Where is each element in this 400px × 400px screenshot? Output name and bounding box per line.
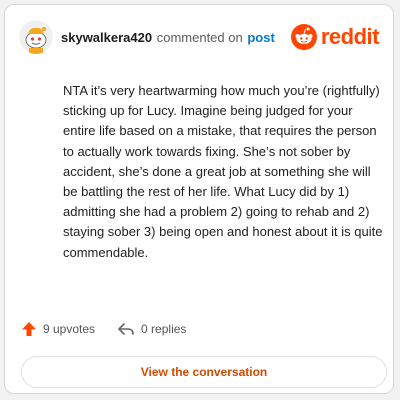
upvotes-count: 9 upvotes [43, 322, 96, 336]
brand-wordmark: reddit [320, 24, 380, 49]
upvote-arrow-icon [22, 322, 36, 336]
comment-body: NTA it’s very heartwarming how much you’… [63, 83, 383, 260]
comment-header: skywalkera420 commented on post reddit [19, 19, 380, 55]
replies-count: 0 replies [141, 322, 187, 336]
comment-meta: skywalkera420 commented on post [61, 30, 291, 45]
reply-arrow-icon [118, 323, 134, 335]
comment-stats: 9 upvotes 0 replies [21, 321, 208, 337]
snoo-avatar-icon [19, 20, 53, 54]
comment-card: skywalkera420 commented on post reddit N… [4, 4, 394, 394]
reddit-logo[interactable]: reddit [290, 24, 380, 50]
view-conversation-button[interactable]: View the conversation [21, 356, 387, 388]
upvotes-stat[interactable]: 9 upvotes [21, 321, 95, 337]
action-text: commented on [156, 29, 243, 45]
reddit-logo-icon [290, 24, 317, 50]
avatar[interactable] [19, 20, 53, 54]
post-link[interactable]: post [247, 30, 274, 45]
replies-stat[interactable]: 0 replies [117, 321, 186, 337]
username-link[interactable]: skywalkera420 [61, 30, 152, 45]
